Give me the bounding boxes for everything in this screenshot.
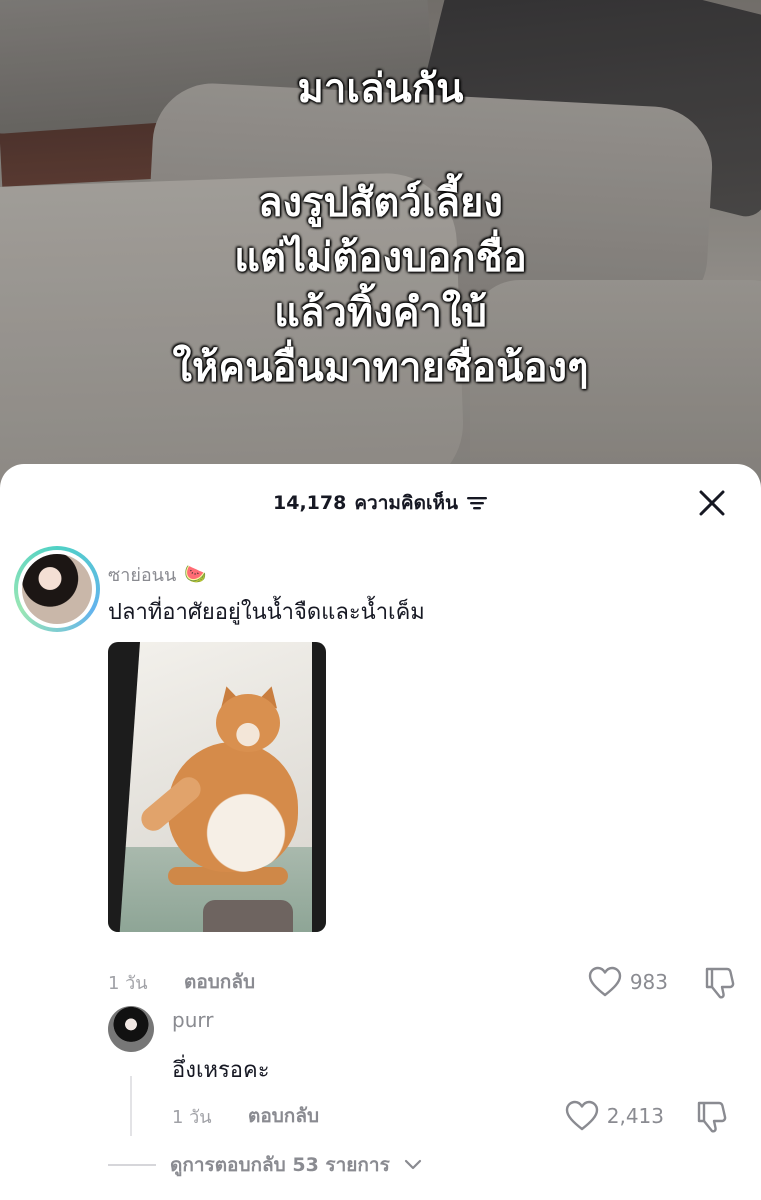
reply-avatar[interactable] bbox=[108, 1006, 154, 1052]
comment-username[interactable]: ซาย่อนน 🍉 bbox=[108, 560, 207, 589]
comment-photo[interactable] bbox=[108, 642, 326, 932]
dislike-button[interactable] bbox=[702, 966, 738, 1000]
video-caption-title: มาเล่นกัน bbox=[297, 66, 464, 112]
thumbs-down-icon bbox=[697, 1101, 727, 1133]
view-replies-text: ดูการตอบกลับ 53 รายการ bbox=[170, 1154, 390, 1176]
reply-meta: 1 วัน ตอบกลับ 2,413 bbox=[172, 1096, 730, 1136]
chevron-down-icon bbox=[404, 1159, 421, 1170]
video-caption-line: แล้วทิ้งคำใบ้ bbox=[274, 290, 487, 336]
comments-header: 14,178 ความคิดเห็น bbox=[0, 464, 761, 542]
reply-button[interactable]: ตอบกลับ bbox=[184, 967, 255, 997]
video-caption-line: แต่ไม่ต้องบอกชื่อ bbox=[234, 235, 527, 281]
reply-like-button[interactable]: 2,413 bbox=[565, 1096, 664, 1136]
heart-icon bbox=[565, 1100, 598, 1131]
reply-text: อึ่งเหรอคะ bbox=[172, 1058, 270, 1083]
watermelon-emoji: 🍉 bbox=[184, 564, 207, 585]
close-icon bbox=[699, 490, 725, 516]
thumbs-down-icon bbox=[705, 967, 735, 999]
thread-line bbox=[130, 1076, 132, 1136]
reply-reply-button[interactable]: ตอบกลับ bbox=[248, 1101, 319, 1131]
reply-username[interactable]: purr bbox=[172, 1008, 213, 1032]
comment-time: 1 วัน bbox=[108, 972, 148, 994]
view-replies-button[interactable]: ดูการตอบกลับ 53 รายการ bbox=[108, 1150, 422, 1180]
comment-meta: 1 วัน ตอบกลับ 983 bbox=[108, 962, 738, 1002]
comments-title[interactable]: 14,178 ความคิดเห็น bbox=[273, 488, 488, 518]
like-count: 983 bbox=[629, 970, 668, 994]
comment-username-text: ซาย่อนน bbox=[108, 565, 177, 586]
filter-icon[interactable] bbox=[466, 494, 488, 512]
reply-time: 1 วัน bbox=[172, 1106, 212, 1128]
avatar[interactable] bbox=[14, 546, 100, 632]
comments-sheet: 14,178 ความคิดเห็น ซาย่อนน 🍉 ปลาที่อาศัย… bbox=[0, 464, 761, 1200]
view-replies-divider bbox=[108, 1164, 156, 1166]
like-button[interactable]: 983 bbox=[588, 962, 668, 1002]
video-caption-line: ลงรูปสัตว์เลี้ยง bbox=[258, 180, 503, 226]
app-screen: มาเล่นกัน ลงรูปสัตว์เลี้ยง แต่ไม่ต้องบอก… bbox=[0, 0, 761, 1200]
close-button[interactable] bbox=[697, 488, 727, 518]
avatar-image bbox=[22, 554, 92, 624]
comments-count: 14,178 bbox=[273, 492, 347, 514]
cat-image bbox=[168, 742, 298, 872]
video-caption-line: ให้คนอื่นมาทายชื่อน้องๆ bbox=[172, 345, 589, 391]
video-frame[interactable]: มาเล่นกัน ลงรูปสัตว์เลี้ยง แต่ไม่ต้องบอก… bbox=[0, 0, 761, 500]
video-caption-overlay: มาเล่นกัน ลงรูปสัตว์เลี้ยง แต่ไม่ต้องบอก… bbox=[0, 62, 761, 396]
reply-dislike-button[interactable] bbox=[694, 1100, 730, 1134]
comment-text: ปลาที่อาศัยอยู่ในน้ำจืดและน้ำเค็ม bbox=[108, 600, 425, 625]
comments-label: ความคิดเห็น bbox=[354, 492, 458, 514]
reply-like-count: 2,413 bbox=[606, 1104, 664, 1128]
heart-icon bbox=[588, 966, 622, 997]
